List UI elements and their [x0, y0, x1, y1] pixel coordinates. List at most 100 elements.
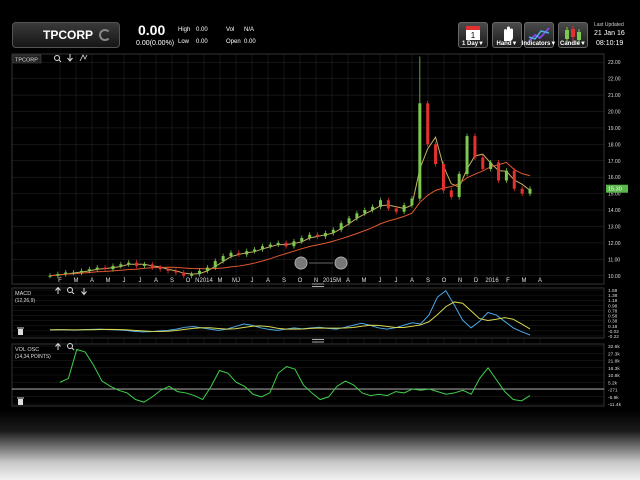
- candle-body: [95, 267, 99, 270]
- y-tick-label: -0.02: [608, 329, 619, 335]
- candle-body: [292, 241, 296, 247]
- panel-splitter-2[interactable]: [312, 339, 324, 343]
- candle-body: [355, 213, 359, 219]
- high-label: High: [178, 27, 191, 33]
- candle-body: [371, 206, 375, 211]
- y-tick-label: 0.58: [608, 314, 618, 320]
- candle-body: [182, 272, 186, 276]
- candle-body: [166, 269, 170, 271]
- candle-body: [520, 188, 524, 194]
- y-tick-label: 21.00: [608, 93, 621, 99]
- y-tick-label: 11.00: [608, 257, 620, 263]
- y-tick-label: 27.3k: [608, 351, 620, 357]
- macd-panel-frame: [11, 287, 605, 339]
- y-tick-label: 21.8k: [608, 359, 620, 365]
- candle-body: [504, 170, 508, 181]
- indicators-label[interactable]: Indicators▼: [518, 41, 560, 47]
- y-tick-label: -11.4k: [608, 402, 622, 408]
- candle-body: [323, 233, 327, 237]
- candle-body: [434, 144, 438, 165]
- open-value: 0.00: [244, 39, 256, 45]
- x-tick-label: A: [346, 278, 350, 284]
- symbol-selector[interactable]: TPCORP: [12, 22, 120, 48]
- vol-osc-title: VOL OSC: [15, 347, 39, 353]
- candle-body: [347, 218, 351, 224]
- candle-body: [127, 262, 131, 265]
- candle-body: [213, 261, 217, 268]
- x-tick-label: A: [266, 278, 270, 284]
- candle-body: [119, 264, 123, 266]
- chart-area[interactable]: TPCORP 23.00 22.00 21.00 20.00 19.00 18.00 17.…: [0, 52, 640, 410]
- open-label: Open: [226, 39, 241, 45]
- candle-label[interactable]: Candle▼: [556, 41, 590, 47]
- x-tick-label: A: [538, 278, 542, 284]
- x-tick-label: O: [186, 278, 191, 284]
- vol-value: N/A: [244, 27, 255, 33]
- candle-body: [135, 262, 139, 266]
- macd-title: MACD: [15, 291, 31, 297]
- x-tick-label: M: [74, 278, 79, 284]
- y-tick-label: 17.00: [608, 159, 621, 165]
- y-tick-label: 5.2k: [608, 380, 618, 386]
- vol-osc-params: (14,34,POINTS): [15, 354, 51, 360]
- x-tick-label: D: [474, 278, 479, 284]
- last-updated-time: 08:10:19: [596, 40, 624, 47]
- macd-params: (12,26,9): [15, 298, 35, 304]
- x-tick-label: A: [90, 278, 94, 284]
- candle-body: [473, 136, 477, 158]
- candle-body: [363, 210, 367, 214]
- y-tick-label: 13.00: [608, 225, 621, 231]
- price-tag: 15.30: [606, 184, 628, 193]
- candle-body: [111, 265, 115, 270]
- bottom-reflection: [0, 410, 640, 480]
- price-change: 0.00(0.00%): [136, 40, 175, 47]
- last-price: 0.00: [138, 22, 166, 38]
- candle-body: [79, 270, 83, 273]
- y-tick-label: 0.78: [608, 308, 618, 314]
- candle-body: [142, 264, 146, 266]
- y-tick-label: 12.00: [608, 241, 621, 247]
- last-updated-date: 21 Jan 16: [594, 30, 625, 37]
- main-panel-frame: [11, 53, 605, 285]
- candle-body: [441, 164, 445, 191]
- y-tick-label: 0.98: [608, 303, 618, 309]
- x-tick-label: M: [362, 278, 367, 284]
- x-tick-label: J: [395, 278, 398, 284]
- y-tick-label: 1.38: [608, 293, 618, 299]
- x-tick-label: A: [154, 278, 158, 284]
- candle-body: [426, 103, 430, 145]
- y-tick-label: 20.00: [608, 110, 621, 116]
- x-tick-label: O: [298, 278, 303, 284]
- candle-body: [260, 246, 264, 250]
- candle-body: [198, 270, 202, 275]
- chart-svg[interactable]: TPCORP 23.00 22.00 21.00 20.00 19.00 18.00 17.…: [0, 52, 640, 410]
- x-tick-label: F: [506, 278, 510, 284]
- candle-body: [221, 256, 225, 261]
- candle-body: [229, 252, 233, 257]
- x-tick-label: A: [410, 278, 414, 284]
- candle-body: [253, 249, 257, 252]
- candle-body: [489, 162, 493, 169]
- candle-body: [48, 275, 52, 277]
- low-value: 0.00: [196, 39, 208, 45]
- x-tick-label: J: [139, 278, 142, 284]
- candle-body: [103, 267, 107, 270]
- candle-body: [331, 229, 335, 234]
- x-tick-label: S: [170, 278, 174, 284]
- x-tick-label: N: [458, 278, 462, 284]
- candle-body: [512, 170, 516, 189]
- panel-splitter-1[interactable]: [312, 283, 324, 287]
- candle-body: [300, 238, 304, 242]
- period-label[interactable]: 1 Day▼: [458, 41, 488, 47]
- candle-body: [465, 136, 469, 174]
- refresh-icon[interactable]: [99, 29, 111, 41]
- candle-body: [497, 162, 501, 181]
- candle-body: [339, 223, 343, 230]
- x-tick-label: O: [442, 278, 447, 284]
- y-tick-label: 16.3k: [608, 366, 620, 372]
- x-tick-label: J: [379, 278, 382, 284]
- x-tick-label: J: [123, 278, 126, 284]
- calendar-day-number: 1: [471, 31, 476, 40]
- last-updated-label: Last Updated: [594, 22, 624, 28]
- candle-body: [528, 188, 532, 194]
